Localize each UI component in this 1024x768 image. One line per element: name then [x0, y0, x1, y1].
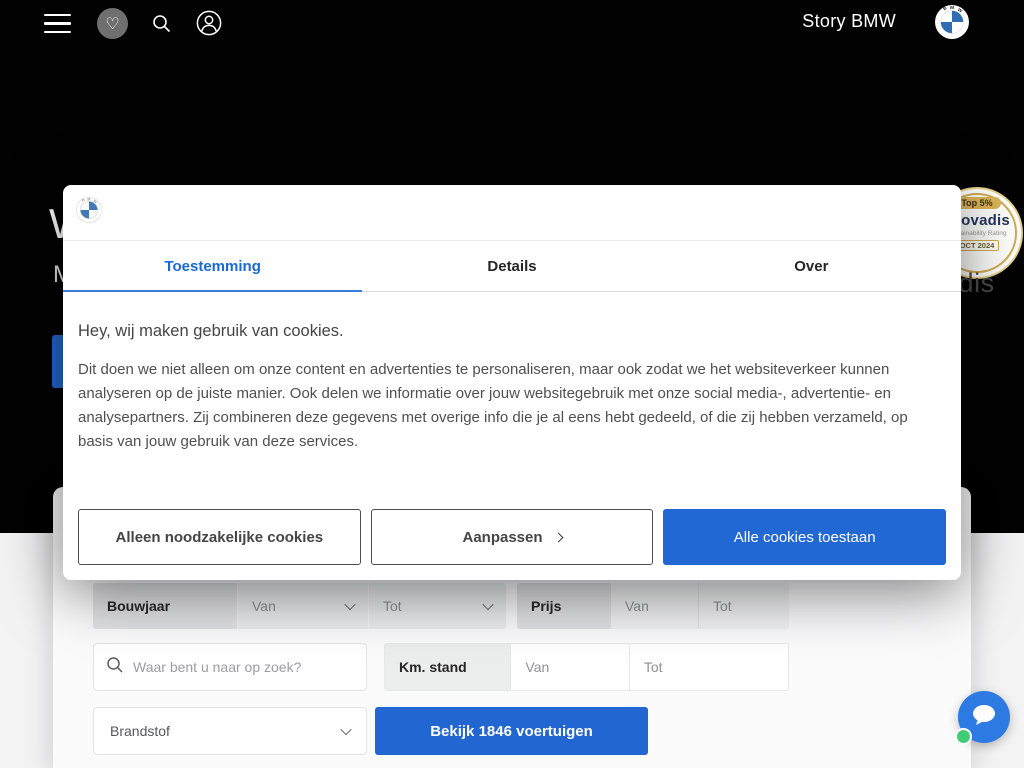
dialog-header: B M W [63, 185, 961, 241]
km-van-input[interactable] [525, 659, 614, 675]
bmw-logo-icon[interactable]: B M W [935, 5, 969, 44]
menu-icon[interactable] [44, 14, 71, 33]
svg-text:M: M [87, 197, 90, 201]
cookie-heading: Hey, wij maken gebruik van cookies. [78, 322, 946, 341]
online-status-indicator [955, 728, 972, 745]
search-icon [106, 656, 124, 679]
prijs-van-placeholder: Van [625, 598, 649, 614]
chevron-down-icon [344, 599, 355, 610]
cookie-body-text: Dit doen we niet alleen om onze content … [78, 358, 935, 454]
top-navigation-bar: ♡ Story BMW B M W [0, 0, 1024, 46]
km-tot-input[interactable] [644, 659, 774, 675]
prijs-tot-placeholder: Tot [713, 598, 732, 614]
favorites-button[interactable]: ♡ [97, 8, 128, 39]
chevron-down-icon [340, 724, 351, 735]
necessary-cookies-button[interactable]: Alleen noodzakelijke cookies [78, 509, 361, 565]
dialog-tabs: Toestemming Details Over [63, 241, 961, 292]
svg-text:M: M [950, 5, 954, 11]
brandstof-select[interactable]: Brandstof [93, 707, 367, 755]
customize-label: Aanpassen [462, 529, 542, 546]
bouwjaar-van-select[interactable]: Van [237, 583, 368, 629]
prijs-filter-group: Prijs Van Tot [517, 583, 789, 629]
bouwjaar-label: Bouwjaar [93, 583, 237, 629]
prijs-tot-input[interactable]: Tot [698, 583, 789, 629]
chevron-right-icon [553, 532, 563, 542]
brandstof-value: Brandstof [110, 723, 170, 739]
km-tot-field[interactable] [629, 644, 788, 690]
tab-over[interactable]: Over [662, 241, 961, 291]
cookie-button-row: Alleen noodzakelijke cookies Aanpassen A… [78, 509, 946, 565]
bouwjaar-filter-group: Bouwjaar Van Tot [93, 583, 506, 629]
bouwjaar-van-value: Van [252, 598, 276, 614]
chat-bubble-icon [971, 703, 997, 732]
view-vehicles-button[interactable]: Bekijk 1846 voertuigen [375, 707, 648, 755]
search-icon[interactable] [151, 13, 172, 39]
cookie-consent-dialog: B M W Toestemming Details Over Hey, wij … [63, 185, 961, 580]
km-stand-label: Km. stand [385, 644, 510, 690]
account-icon[interactable] [196, 10, 222, 41]
heart-icon: ♡ [105, 14, 119, 34]
prijs-label: Prijs [517, 583, 610, 629]
customize-cookies-button[interactable]: Aanpassen [371, 509, 654, 565]
prijs-van-input[interactable]: Van [610, 583, 698, 629]
bouwjaar-tot-value: Tot [383, 598, 402, 614]
ecovadis-date: OCT 2024 [955, 240, 1000, 251]
km-stand-filter-group: Km. stand [384, 643, 789, 691]
tab-details[interactable]: Details [362, 241, 661, 291]
search-input[interactable] [133, 659, 354, 675]
km-van-field[interactable] [510, 644, 628, 690]
accept-all-cookies-button[interactable]: Alle cookies toestaan [663, 509, 946, 565]
bouwjaar-tot-select[interactable]: Tot [368, 583, 506, 629]
keyword-search-field[interactable] [93, 643, 367, 691]
tab-toestemming[interactable]: Toestemming [63, 241, 362, 291]
site-title[interactable]: Story BMW [802, 11, 896, 32]
chevron-down-icon [482, 599, 493, 610]
bmw-logo-icon: B M W [76, 197, 102, 228]
